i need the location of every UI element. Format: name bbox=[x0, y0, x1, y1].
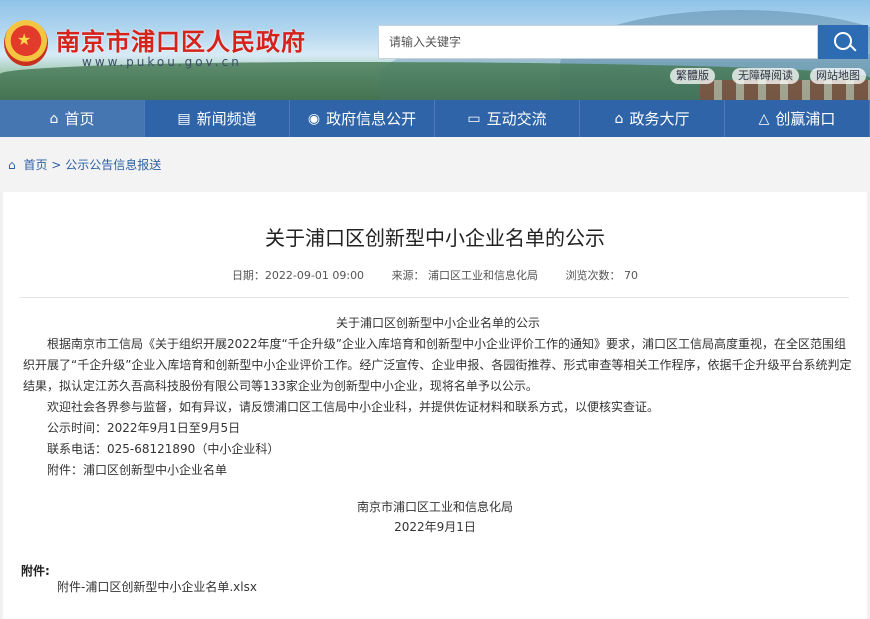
site-url: www.pukou.gov.cn bbox=[82, 55, 242, 69]
publicity-period: 公示时间：2022年9月1日至9月5日 bbox=[47, 421, 241, 435]
article-title: 关于浦口区创新型中小企业名单的公示 bbox=[265, 226, 605, 250]
nav-services[interactable]: ⌂ 政务大厅 bbox=[580, 100, 725, 137]
building-icon: ⌂ bbox=[614, 110, 624, 127]
search-button[interactable] bbox=[818, 25, 868, 59]
nav-gov-info-label: 政府信息公开 bbox=[326, 110, 417, 128]
nav-business-label: 创赢浦口 bbox=[775, 110, 836, 128]
growth-icon: △ bbox=[758, 110, 770, 127]
site-header: ★ 南京市浦口区人民政府 www.pukou.gov.cn 请输入关键字 繁體版… bbox=[0, 0, 870, 100]
attachment-link[interactable]: 附件-浦口区创新型中小企业名单.xlsx bbox=[57, 578, 257, 595]
nav-gov-info[interactable]: ◉ 政府信息公开 bbox=[290, 100, 435, 137]
nav-services-label: 政务大厅 bbox=[629, 110, 690, 128]
breadcrumb: ⌂ 首页 > 公示公告信息报送 bbox=[0, 137, 870, 192]
home-icon: ⌂ bbox=[8, 158, 16, 172]
home-icon: ⌂ bbox=[49, 110, 59, 127]
broadcast-icon: ◉ bbox=[307, 110, 321, 127]
accessibility-link[interactable]: 无障碍阅读 bbox=[732, 68, 799, 84]
article-subtitle: 关于浦口区创新型中小企业名单的公示 bbox=[335, 316, 540, 330]
nav-interaction[interactable]: ▭ 互动交流 bbox=[435, 100, 580, 137]
issuer: 南京市浦口区工业和信息化局 bbox=[356, 500, 513, 514]
divider bbox=[19, 297, 849, 298]
attachments-label: 附件: bbox=[21, 564, 50, 578]
contact-phone: 联系电话：025-68121890（中小企业科） bbox=[47, 442, 280, 456]
nav-home[interactable]: ⌂ 首页 bbox=[0, 100, 145, 137]
nav-news-label: 新闻频道 bbox=[196, 110, 257, 128]
search-icon bbox=[834, 32, 852, 50]
search-icon-handle bbox=[849, 44, 857, 52]
article-meta: 日期：2022-09-01 09:00 来源： 浦口区工业和信息化局 浏览次数：… bbox=[3, 267, 867, 283]
attachment-note: 附件：浦口区创新型中小企业名单 bbox=[47, 463, 228, 477]
article-date: 日期：2022-09-01 09:00 bbox=[231, 269, 365, 282]
nav-home-label: 首页 bbox=[64, 110, 95, 128]
article-views: 浏览次数： 70 bbox=[565, 269, 639, 282]
breadcrumb-home[interactable]: 首页 bbox=[23, 158, 47, 172]
national-emblem-icon: ★ bbox=[4, 20, 48, 66]
news-icon: ▤ bbox=[177, 110, 191, 127]
sitemap-link[interactable]: 网站地图 bbox=[810, 68, 866, 84]
search-input[interactable]: 请输入关键字 bbox=[378, 25, 818, 59]
traditional-chinese-link[interactable]: 繁體版 bbox=[670, 68, 715, 84]
breadcrumb-separator: > bbox=[51, 158, 62, 172]
issue-date: 2022年9月1日 bbox=[394, 520, 476, 534]
article-body: 关于浦口区创新型中小企业名单的公示 根据南京市工信局《关于组织开展2022年度“… bbox=[23, 313, 853, 481]
site-title[interactable]: 南京市浦口区人民政府 bbox=[56, 22, 306, 57]
main-nav: ⌂ 首页 ▤ 新闻频道 ◉ 政府信息公开 ▭ 互动交流 ⌂ 政务大厅 △ 创赢浦… bbox=[0, 100, 870, 137]
article-panel: 关于浦口区创新型中小企业名单的公示 日期：2022-09-01 09:00 来源… bbox=[3, 192, 867, 619]
nav-interaction-label: 互动交流 bbox=[486, 110, 547, 128]
chat-icon: ▭ bbox=[467, 110, 481, 127]
nav-news[interactable]: ▤ 新闻频道 bbox=[145, 100, 290, 137]
nav-business[interactable]: △ 创赢浦口 bbox=[725, 100, 870, 137]
breadcrumb-current[interactable]: 公示公告信息报送 bbox=[65, 158, 161, 172]
article-paragraph: 根据南京市工信局《关于组织开展2022年度“千企升级”企业入库培育和创新型中小企… bbox=[23, 337, 852, 393]
article-source: 来源： 浦口区工业和信息化局 bbox=[391, 269, 539, 282]
article-paragraph: 欢迎社会各界参与监督，如有异议，请反馈浦口区工信局中小企业科，并提供佐证材料和联… bbox=[47, 400, 660, 414]
